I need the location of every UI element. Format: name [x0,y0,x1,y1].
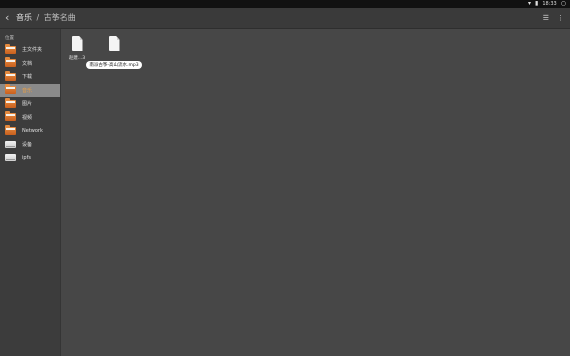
wifi-icon: ▾ [528,0,532,7]
sidebar-section-label: 位置 [5,36,14,41]
toolbar: ‹ 音乐 / 古筝名曲 ☰ ⋮ [0,8,570,29]
folder-home-icon [5,43,16,54]
folder-music-icon [5,84,16,95]
battery-icon: ▮ [535,0,539,7]
breadcrumb-parent[interactable]: 音乐 [16,13,32,22]
drive-icon [5,140,16,148]
breadcrumb: 音乐 / 古筝名曲 [16,11,76,25]
file-item-selected[interactable]: 南派古筝-高山流水.mp3 [79,36,149,70]
sidebar-item-label: 文档 [22,60,33,67]
sidebar-item-devices[interactable]: 设备 [0,138,60,152]
sidebar: 位置 主文件夹 文档 下载 音乐 图片 视频 Network 设备 ipfs [0,29,61,356]
sidebar-item-label: Network [22,127,43,134]
sidebar-item-label: 图片 [22,101,33,108]
sidebar-item-downloads[interactable]: 下载 [0,70,60,84]
settings-icon: ○ [560,0,566,7]
sidebar-item-label: 主文件夹 [22,47,43,54]
audio-file-icon [108,36,120,51]
more-options-icon[interactable]: ⋮ [557,11,564,25]
status-time: 18:33 [542,1,557,7]
sidebar-item-pictures[interactable]: 图片 [0,97,60,111]
drive-icon [5,154,16,162]
file-name: 南派古筝-高山流水.mp3 [86,61,142,69]
folder-download-icon [5,70,16,81]
sidebar-item-videos[interactable]: 视频 [0,111,60,125]
sidebar-item-label: 下载 [22,74,33,81]
sidebar-item-label: 音乐 [22,87,33,94]
sidebar-item-label: 设备 [22,141,33,148]
toolbar-actions: ☰ ⋮ [543,11,564,25]
breadcrumb-current: 古筝名曲 [43,13,76,22]
sidebar-item-label: 视频 [22,114,33,121]
sidebar-item-documents[interactable]: 文档 [0,57,60,71]
file-grid: 赵建…3 南派古筝-高山流水.mp3 [61,29,570,356]
status-bar: ▾ ▮ 18:33 ○ [0,0,570,8]
breadcrumb-separator: / [36,13,40,22]
folder-documents-icon [5,57,16,68]
sidebar-item-music[interactable]: 音乐 [0,83,60,97]
sidebar-item-ipfs[interactable]: ipfs [0,151,60,165]
sidebar-item-label: ipfs [22,154,31,161]
folder-pictures-icon [5,97,16,108]
sidebar-item-home[interactable]: 主文件夹 [0,43,60,57]
folder-videos-icon [5,111,16,122]
status-bar-right: ▾ ▮ 18:33 ○ [528,0,566,8]
sidebar-item-network[interactable]: Network [0,124,60,138]
folder-network-icon [5,124,16,135]
view-list-icon[interactable]: ☰ [543,11,549,25]
back-icon[interactable]: ‹ [5,10,9,26]
